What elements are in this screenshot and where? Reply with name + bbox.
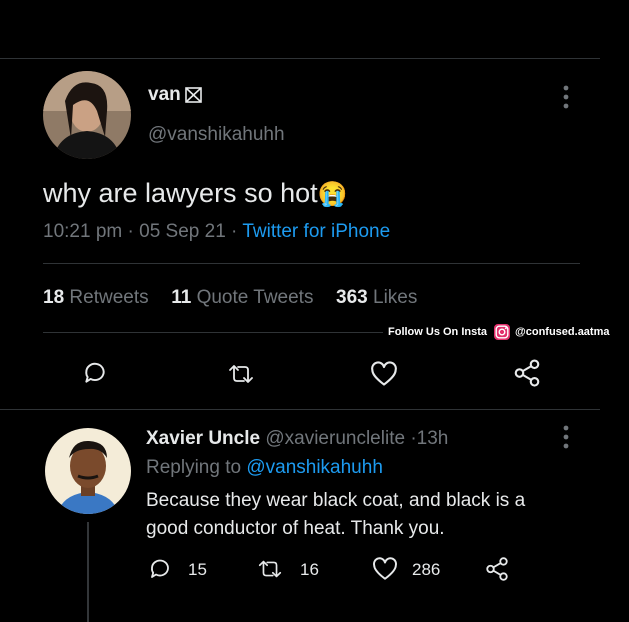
watermark-handle: @confused.aatma — [515, 326, 610, 338]
reply-retweet-count: 16 — [300, 560, 319, 579]
reply-retweet-icon[interactable] — [256, 557, 284, 581]
reply-more-options-icon[interactable] — [560, 424, 572, 450]
tweet-date[interactable]: 05 Sep 21 — [139, 221, 226, 242]
thread-divider — [0, 409, 600, 410]
retweets-count: 18 — [43, 287, 65, 308]
reply-share-icon[interactable] — [484, 556, 510, 582]
retweets-label: Retweets — [69, 287, 149, 308]
author-avatar[interactable] — [43, 71, 131, 159]
quote-tweets-stat[interactable]: 11 Quote Tweets — [171, 287, 313, 308]
reply-author-name[interactable]: Xavier Uncle — [146, 428, 260, 449]
reply-author-avatar[interactable] — [45, 428, 131, 514]
tweet-stats: 18 Retweets 11 Quote Tweets 363 Likes — [43, 287, 417, 309]
likes-label: Likes — [373, 287, 418, 308]
reply-like-icon[interactable] — [372, 557, 398, 581]
likes-count: 363 — [336, 287, 368, 308]
meta-separator: · — [231, 221, 238, 242]
replying-to: Replying to @vanshikahuhh — [146, 457, 383, 479]
reply-text: Because they wear black coat, and black … — [146, 487, 525, 543]
reply-comment-icon[interactable] — [148, 557, 172, 581]
top-divider — [0, 58, 600, 59]
tweet-source[interactable]: Twitter for iPhone — [242, 221, 390, 242]
like-icon[interactable] — [370, 361, 398, 387]
reply-header: Xavier Uncle @xavierunclelite ·13h — [146, 428, 448, 450]
replying-to-handle[interactable]: @vanshikahuhh — [246, 457, 383, 478]
watermark: Follow Us On Insta @confused.aatma — [388, 323, 610, 341]
meta-divider — [43, 263, 580, 264]
meta-separator: · — [127, 221, 134, 242]
quote-tweets-label: Quote Tweets — [196, 287, 314, 308]
retweets-stat[interactable]: 18 Retweets — [43, 287, 149, 308]
retweet-icon[interactable] — [226, 361, 256, 387]
share-icon[interactable] — [512, 358, 542, 388]
more-options-icon[interactable] — [560, 84, 572, 110]
likes-stat[interactable]: 363 Likes — [336, 287, 417, 308]
tweet-text-body: why are lawyers so hot — [43, 178, 318, 208]
thread-line — [87, 522, 89, 622]
author-handle[interactable]: @vanshikahuhh — [148, 124, 285, 146]
quote-tweets-count: 11 — [171, 287, 192, 308]
crying-face-emoji: 😭 — [317, 181, 348, 208]
stats-divider — [43, 332, 383, 333]
tweet-time: 10:21 pm — [43, 221, 123, 242]
replying-to-label: Replying to — [146, 457, 242, 478]
tweet-meta: 10:21 pm · 05 Sep 21 · Twitter for iPhon… — [43, 221, 390, 243]
author-name[interactable]: van — [148, 84, 181, 106]
reply-actions: 15 16 286 — [146, 556, 526, 582]
reply-time[interactable]: 13h — [417, 428, 449, 449]
reply-text-line: Because they wear black coat, and black … — [146, 490, 526, 511]
reply-comment-count: 15 — [188, 560, 207, 579]
reply-author-handle[interactable]: @xavierunclelite — [265, 428, 405, 449]
tweet-text: why are lawyers so hot😭 — [43, 178, 348, 209]
reply-text-line: good conductor of heat. Thank you. — [146, 518, 445, 539]
instagram-icon — [493, 323, 511, 341]
reply-like-count: 286 — [412, 560, 441, 579]
watermark-text: Follow Us On Insta — [388, 326, 488, 338]
author-display-name: van — [148, 84, 181, 105]
reply-icon[interactable] — [82, 360, 108, 386]
crossed-square-icon — [184, 86, 204, 104]
